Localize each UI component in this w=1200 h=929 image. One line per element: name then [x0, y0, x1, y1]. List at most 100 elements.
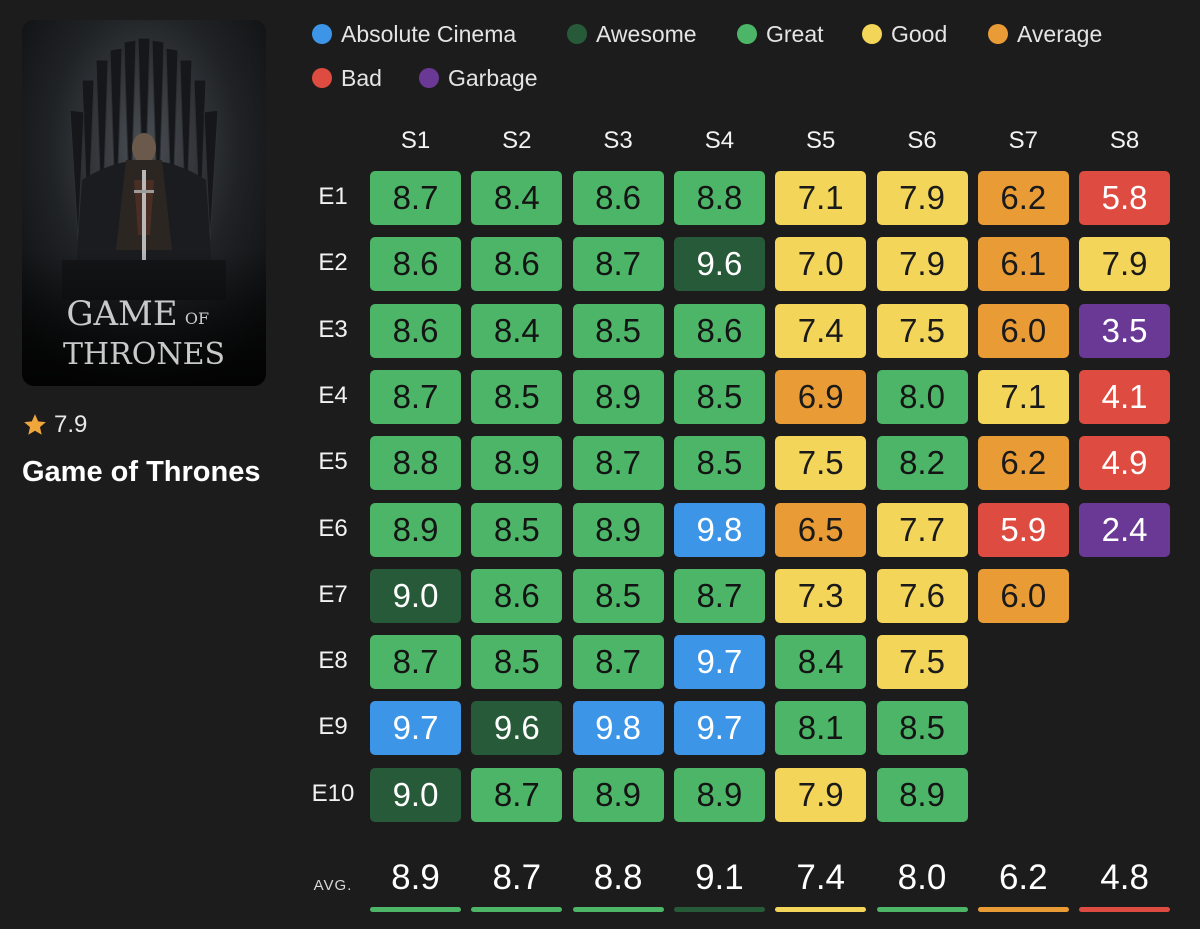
rating-cell[interactable]: 8.5: [673, 436, 765, 491]
rating-cell[interactable]: 8.5: [673, 369, 765, 424]
rating-cell[interactable]: 8.9: [673, 767, 765, 822]
legend-item-absolute: Absolute Cinema: [312, 16, 516, 52]
rating-cell[interactable]: 8.0: [876, 369, 968, 424]
rating-cell[interactable]: 7.5: [876, 635, 968, 690]
rating-cell[interactable]: 8.5: [876, 701, 968, 756]
season-average: 9.1: [695, 858, 744, 897]
rating-cell[interactable]: 8.9: [572, 502, 664, 557]
legend-dot: [312, 24, 332, 44]
rating-cell[interactable]: 4.1: [1079, 369, 1171, 424]
rating-cell[interactable]: 8.7: [370, 171, 461, 225]
rating-cell[interactable]: 9.7: [673, 635, 765, 690]
poster-title-line1: GAME: [66, 294, 177, 334]
episode-header: E5: [318, 448, 348, 476]
season-average: 7.4: [796, 858, 846, 897]
rating-cell[interactable]: 7.7: [876, 502, 968, 557]
rating-cell[interactable]: 8.9: [370, 502, 461, 557]
rating-cell[interactable]: 8.6: [471, 237, 563, 292]
rating-cell[interactable]: 8.4: [471, 171, 563, 225]
rating-cell[interactable]: 9.6: [673, 237, 765, 292]
show-title: Game of Thrones: [22, 456, 261, 488]
rating-cell[interactable]: 7.3: [775, 568, 867, 623]
season-average: 8.8: [593, 858, 643, 897]
rating-cell[interactable]: 8.8: [370, 436, 461, 491]
rating-cell[interactable]: 7.5: [775, 436, 867, 491]
rating-cell[interactable]: 6.2: [977, 436, 1069, 491]
rating-cell[interactable]: 9.0: [370, 767, 461, 822]
rating-cell[interactable]: 7.1: [775, 171, 867, 225]
rating-cell[interactable]: 8.9: [572, 767, 664, 822]
rating-cell[interactable]: 8.9: [471, 436, 563, 491]
rating-cell[interactable]: 8.7: [572, 237, 664, 292]
rating-cell[interactable]: 8.5: [471, 369, 563, 424]
rating-cell[interactable]: 8.1: [775, 701, 867, 756]
season-average-bar: [1079, 907, 1171, 912]
rating-cell[interactable]: 9.8: [673, 502, 765, 557]
rating-cell[interactable]: 8.5: [572, 303, 664, 358]
rating-cell[interactable]: 7.0: [775, 237, 867, 292]
legend-dot: [567, 24, 587, 44]
rating-cell[interactable]: 8.6: [471, 568, 563, 623]
rating-cell[interactable]: 8.7: [673, 568, 765, 623]
season-average-bar: [572, 907, 664, 912]
rating-cell[interactable]: 8.6: [673, 303, 765, 358]
legend-label: Garbage: [448, 64, 538, 91]
rating-cell[interactable]: 8.6: [572, 171, 664, 225]
rating-cell[interactable]: 9.8: [572, 701, 664, 756]
legend-item-good: Good: [862, 16, 947, 52]
legend-item-great: Great: [737, 16, 824, 52]
rating-cell[interactable]: 6.0: [977, 568, 1069, 623]
rating-cell[interactable]: 6.1: [977, 237, 1069, 292]
rating-cell[interactable]: 8.7: [572, 635, 664, 690]
rating-cell[interactable]: 7.1: [977, 369, 1069, 424]
rating-cell[interactable]: 8.5: [471, 635, 563, 690]
rating-cell[interactable]: 6.2: [977, 171, 1069, 225]
rating-cell[interactable]: 4.9: [1079, 436, 1171, 491]
season-average-bar: [977, 907, 1069, 912]
episode-header: E3: [318, 315, 348, 343]
show-panel: GAME OF THRONES 7.9 Game of Thrones: [0, 0, 300, 929]
show-poster[interactable]: GAME OF THRONES: [22, 20, 266, 386]
rating-cell[interactable]: 6.5: [775, 502, 867, 557]
legend-dot: [419, 68, 439, 88]
rating-cell[interactable]: 7.9: [1079, 237, 1171, 292]
rating-cell[interactable]: 7.9: [876, 237, 968, 292]
rating-cell[interactable]: 9.7: [673, 701, 765, 756]
rating-cell[interactable]: 8.7: [370, 369, 461, 424]
rating-cell[interactable]: 7.5: [876, 303, 968, 358]
rating-cell[interactable]: 2.4: [1079, 502, 1171, 557]
rating-cell[interactable]: 8.7: [471, 767, 563, 822]
rating-cell[interactable]: 3.5: [1079, 303, 1171, 358]
episode-header: E1: [318, 183, 348, 210]
rating-cell[interactable]: 8.7: [572, 436, 664, 491]
rating-cell[interactable]: 8.9: [876, 767, 968, 822]
rating-cell[interactable]: 5.8: [1079, 171, 1171, 225]
rating-cell[interactable]: 8.2: [876, 436, 968, 491]
season-average: 8.0: [897, 858, 947, 897]
legend-label: Good: [891, 20, 948, 47]
average-row-label: AVG.: [313, 877, 353, 894]
rating-cell[interactable]: 8.5: [572, 568, 664, 623]
rating-cell[interactable]: 8.4: [775, 635, 867, 690]
rating-cell[interactable]: 8.9: [572, 369, 664, 424]
rating-cell[interactable]: 9.0: [370, 568, 461, 623]
rating-cell[interactable]: 8.5: [471, 502, 563, 557]
rating-cell[interactable]: 7.9: [775, 767, 867, 822]
rating-cell[interactable]: 8.6: [370, 303, 461, 358]
rating-cell[interactable]: 9.6: [471, 701, 563, 756]
rating-cell[interactable]: 5.9: [977, 502, 1069, 557]
legend-dot: [312, 68, 332, 88]
rating-cell[interactable]: 8.6: [370, 237, 461, 292]
rating-cell[interactable]: 8.7: [370, 635, 461, 690]
season-header: S4: [704, 127, 735, 154]
rating-cell[interactable]: 6.0: [977, 303, 1069, 358]
rating-cell[interactable]: 6.9: [775, 369, 867, 424]
legend-item-garbage: Garbage: [419, 60, 538, 96]
rating-cell[interactable]: 7.4: [775, 303, 867, 358]
rating-cell[interactable]: 7.9: [876, 171, 968, 225]
legend-dot: [988, 24, 1008, 44]
rating-cell[interactable]: 9.7: [370, 701, 461, 756]
rating-cell[interactable]: 7.6: [876, 568, 968, 623]
rating-cell[interactable]: 8.4: [471, 303, 563, 358]
rating-cell[interactable]: 8.8: [673, 171, 765, 225]
